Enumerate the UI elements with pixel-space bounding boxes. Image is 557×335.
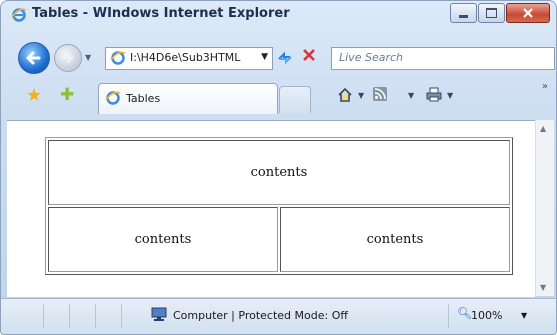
- scroll-down-arrow-icon[interactable]: ▼: [540, 283, 546, 292]
- maximize-button[interactable]: [478, 3, 505, 23]
- status-divider: [121, 304, 122, 328]
- tab-tables[interactable]: Tables: [98, 83, 278, 114]
- stop-icon[interactable]: [302, 48, 316, 62]
- title-bar: Tables - WIndows Internet Explorer: [1, 1, 556, 29]
- zoom-level[interactable]: 100%: [471, 309, 502, 322]
- table-cell: contents: [280, 207, 510, 272]
- status-divider: [69, 304, 70, 328]
- content-table: contents contents contents: [45, 137, 513, 275]
- window-title: Tables - WIndows Internet Explorer: [32, 6, 290, 21]
- add-favorites-icon[interactable]: ✚: [60, 85, 74, 105]
- vertical-scrollbar[interactable]: ▲ ▼: [535, 120, 554, 296]
- search-box[interactable]: Live Search: [331, 47, 555, 70]
- home-dropdown[interactable]: ▼: [358, 91, 364, 100]
- back-arrow-icon: [25, 51, 41, 65]
- caption-buttons: [450, 3, 550, 23]
- print-icon[interactable]: [426, 87, 442, 102]
- tab-label: Tables: [126, 92, 161, 105]
- home-icon[interactable]: [337, 87, 353, 103]
- browser-window: Tables - WIndows Internet Explorer ▼ I:\…: [0, 0, 557, 335]
- zoom-icon[interactable]: 🔍︎: [457, 306, 472, 320]
- status-divider: [448, 304, 449, 328]
- refresh-icon[interactable]: [276, 50, 294, 66]
- zoom-dropdown[interactable]: ▼: [521, 311, 527, 320]
- tab-bar: ★ ✚ Tables ▼ ▼ ▼ »: [1, 79, 556, 119]
- navigation-bar: ▼ I:\H4D6e\Sub3HTML ▼ Live Search: [1, 41, 556, 75]
- status-bar: Computer | Protected Mode: Off 🔍︎ 100% ▼: [1, 298, 556, 334]
- page-icon: [105, 91, 121, 105]
- address-dropdown[interactable]: ▼: [261, 52, 268, 62]
- status-divider: [95, 304, 96, 328]
- page-viewport: contents contents contents: [7, 120, 535, 297]
- computer-zone-icon: [151, 307, 167, 321]
- back-button[interactable]: [18, 42, 50, 74]
- forward-arrow-icon: [61, 52, 74, 64]
- feeds-icon[interactable]: [373, 87, 387, 101]
- table-row: contents: [48, 140, 510, 205]
- address-url[interactable]: I:\H4D6e\Sub3HTML: [130, 51, 240, 64]
- status-divider: [43, 304, 44, 328]
- minimize-icon: [459, 14, 468, 18]
- page-icon: [110, 51, 126, 65]
- table-cell: contents: [48, 207, 278, 272]
- feeds-dropdown[interactable]: ▼: [408, 91, 414, 100]
- favorites-star-icon[interactable]: ★: [26, 85, 42, 106]
- search-input[interactable]: Live Search: [339, 51, 403, 64]
- new-tab-button[interactable]: [279, 86, 311, 113]
- print-dropdown[interactable]: ▼: [447, 91, 453, 100]
- recent-pages-dropdown[interactable]: ▼: [85, 53, 91, 62]
- scroll-up-arrow-icon[interactable]: ▲: [540, 124, 546, 133]
- security-zone-text[interactable]: Computer | Protected Mode: Off: [173, 309, 348, 322]
- more-tools-chevron-icon[interactable]: »: [542, 81, 548, 92]
- ie-logo-icon: [11, 8, 27, 22]
- forward-button[interactable]: [54, 44, 82, 72]
- table-row: contents contents: [48, 207, 510, 272]
- maximize-icon: [486, 8, 497, 18]
- minimize-button[interactable]: [450, 3, 477, 23]
- address-bar[interactable]: I:\H4D6e\Sub3HTML ▼: [105, 47, 273, 70]
- close-icon: [523, 8, 533, 18]
- table-cell: contents: [48, 140, 510, 205]
- close-button[interactable]: [506, 3, 550, 23]
